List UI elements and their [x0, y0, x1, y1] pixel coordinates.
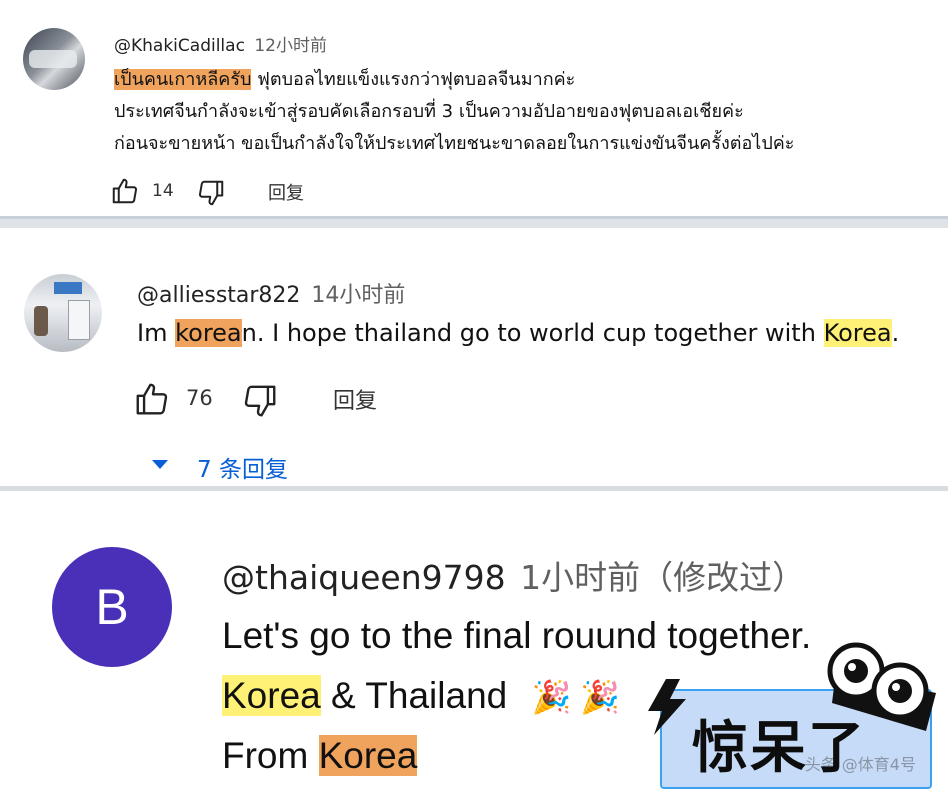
like-count: 76 [186, 386, 213, 410]
thumb-down-icon[interactable] [241, 382, 279, 420]
like-count: 14 [152, 181, 174, 201]
highlighted-text: เป็นคนเกาหลีครับ [114, 69, 252, 90]
sticker: 头条 @体育4号 惊呆了 [640, 641, 948, 792]
comment-1: @KhakiCadillac 12小时前 เป็นคนเกาหลีครับ ฟุ… [0, 0, 948, 218]
thumb-up-icon[interactable] [133, 380, 171, 418]
comment-text-line-2: ประเทศจีนกำลังจะเข้าสู่รอบคัดเลือกรอบที่… [114, 101, 744, 122]
username[interactable]: @alliesstar822 [137, 283, 300, 308]
comment-3: B @thaiqueen9798 1小时前（修改过） Let's go to t… [0, 491, 948, 792]
comment-text-line-2: Korea & Thailand 🎉 🎉 [222, 675, 621, 716]
reply-button[interactable]: 回复 [333, 383, 377, 415]
highlighted-text: korea [175, 319, 242, 347]
comment-text: Im korean. I hope thailand go to world c… [137, 319, 900, 347]
reply-button[interactable]: 回复 [268, 179, 304, 205]
comment-header: @thaiqueen9798 1小时前（修改过） [222, 551, 805, 599]
comment-header: @KhakiCadillac 12小时前 [114, 31, 327, 56]
username[interactable]: @thaiqueen9798 [222, 558, 506, 597]
comment-text-line-3: From Korea [222, 735, 418, 776]
username[interactable]: @KhakiCadillac [114, 36, 245, 56]
view-replies-button[interactable]: 7 条回复 [197, 450, 288, 484]
comment-text-line-1: เป็นคนเกาหลีครับ ฟุตบอลไทยแข็งแรงกว่าฟุต… [114, 69, 576, 90]
comment-text-line-3: ก่อนจะขายหน้า ขอเป็นกำลังใจให้ประเทศไทยช… [114, 133, 795, 154]
highlighted-text: Korea [823, 319, 892, 347]
timestamp[interactable]: 1小时前（修改过） [520, 558, 805, 597]
eyes-icon [826, 641, 948, 737]
comment-2: @alliesstar822 14小时前 Im korean. I hope t… [0, 228, 948, 486]
divider [0, 216, 948, 228]
highlighted-text: Korea [318, 735, 418, 776]
comment-header: @alliesstar822 14小时前 [137, 277, 405, 309]
timestamp[interactable]: 12小时前 [254, 36, 327, 56]
avatar[interactable] [23, 28, 85, 90]
avatar[interactable] [24, 274, 102, 352]
avatar[interactable]: B [52, 547, 172, 667]
avatar-letter: B [95, 579, 129, 635]
thumb-down-icon[interactable] [196, 178, 226, 208]
caret-down-icon[interactable] [150, 458, 170, 470]
lightning-icon [642, 677, 692, 737]
thumb-up-icon[interactable] [110, 176, 140, 206]
party-popper-icon: 🎉 🎉 [531, 679, 621, 715]
highlighted-text: Korea [222, 675, 321, 716]
timestamp[interactable]: 14小时前 [311, 283, 405, 308]
